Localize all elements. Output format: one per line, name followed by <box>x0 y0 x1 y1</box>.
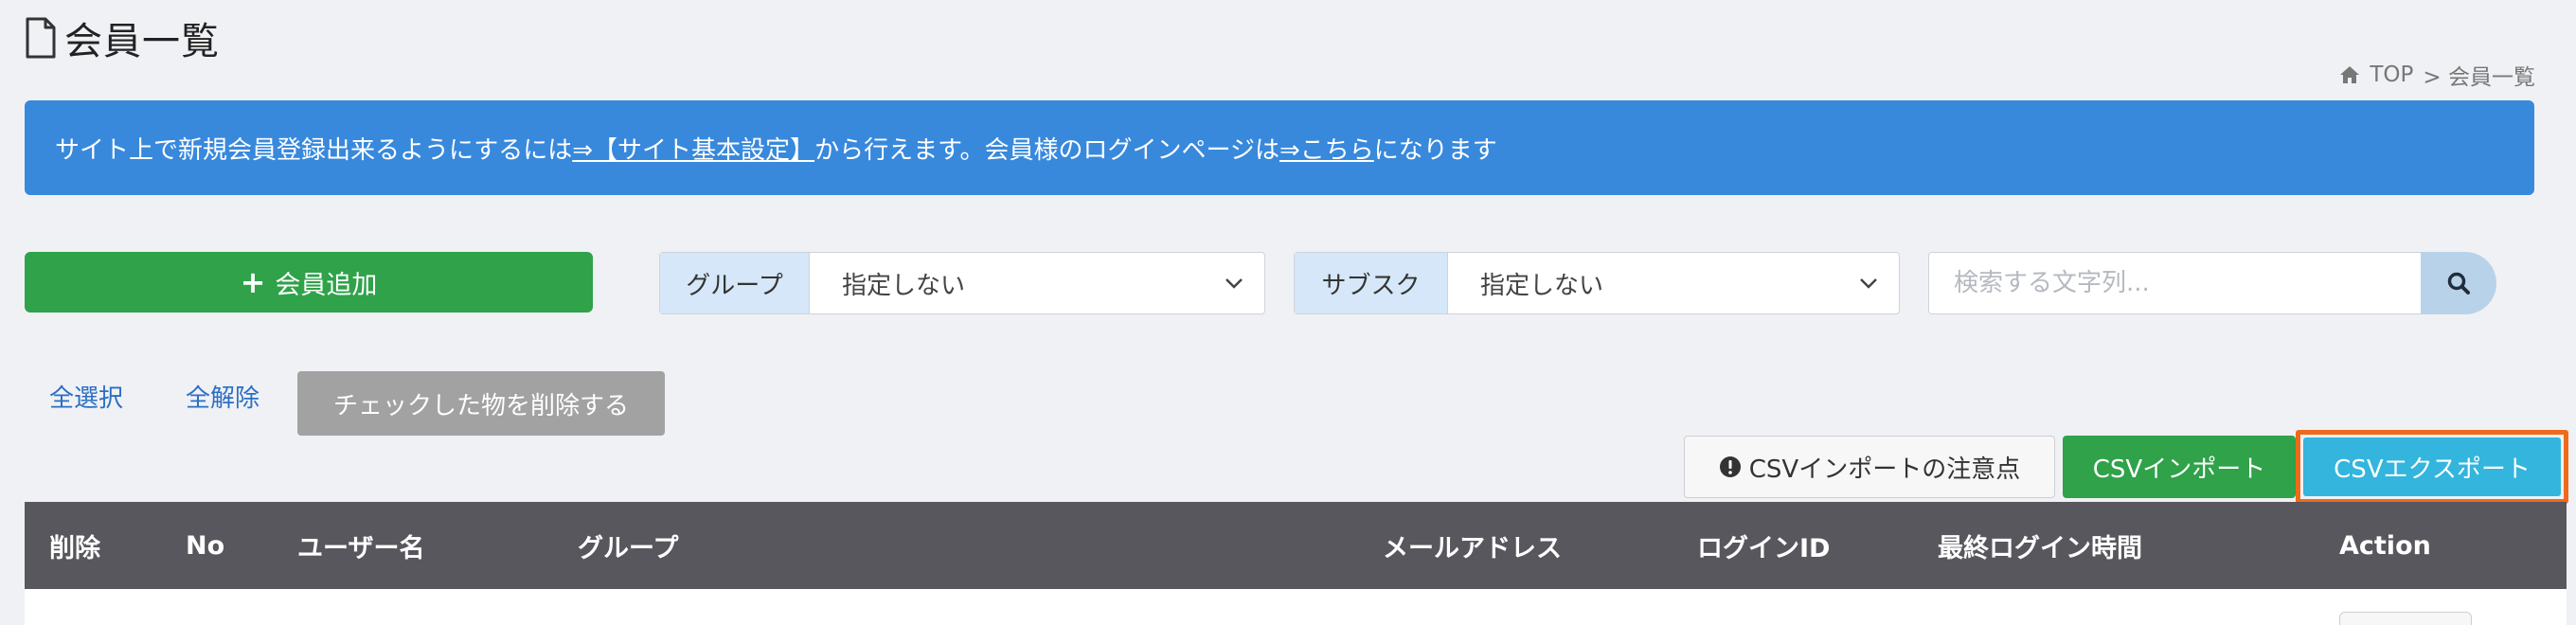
breadcrumb: TOP > 会員一覧 <box>2339 59 2535 91</box>
plus-icon: + <box>240 264 266 300</box>
login-page-link[interactable]: ⇒こちら <box>1279 131 1374 166</box>
column-header-group: グループ <box>578 533 679 563</box>
delete-checked-button[interactable]: チェックした物を削除する <box>297 371 665 436</box>
csv-import-notes-button[interactable]: CSVインポートの注意点 <box>1684 436 2055 498</box>
chevron-down-icon <box>1860 278 1877 289</box>
subscription-select-value: 指定しない <box>1480 271 1604 300</box>
search-group <box>1928 252 2496 314</box>
csv-import-notes-label: CSVインポートの注意点 <box>1748 455 2021 484</box>
chevron-down-icon <box>1225 278 1243 289</box>
exclamation-circle-icon <box>1719 456 1741 477</box>
group-filter-label: グループ <box>660 253 810 313</box>
group-filter: グループ 指定しない <box>659 252 1265 314</box>
site-settings-link[interactable]: ⇒【サイト基本設定】 <box>572 131 814 166</box>
breadcrumb-current: > 会員一覧 <box>2423 65 2535 90</box>
home-icon <box>2340 66 2360 83</box>
csv-import-button[interactable]: CSVインポート <box>2063 436 2296 498</box>
document-icon <box>26 17 56 59</box>
column-header-no: No <box>186 530 225 561</box>
row-action-button[interactable] <box>2339 612 2472 625</box>
add-member-button[interactable]: + 会員追加 <box>25 252 593 312</box>
subscription-select[interactable]: 指定しない <box>1448 253 1899 313</box>
column-header-delete: 削除 <box>49 533 100 563</box>
page-title-text: 会員一覧 <box>64 20 220 63</box>
search-input[interactable] <box>1928 252 2421 314</box>
add-member-label: 会員追加 <box>275 270 378 300</box>
info-banner: サイト上で新規会員登録出来るようにするには ⇒【サイト基本設定】 から行えます。会員… <box>25 100 2534 195</box>
page-title: 会員一覧 <box>25 11 220 64</box>
banner-text-middle: から行えます。会員様のログインページは <box>814 135 1279 165</box>
banner-text-before: サイト上で新規会員登録出来るようにするには <box>55 135 573 165</box>
column-header-last-login: 最終ログイン時間 <box>1938 533 2142 563</box>
column-header-action: Action <box>2339 530 2431 561</box>
column-header-login-id: ログインID <box>1697 533 1831 563</box>
members-table-header: 削除 No ユーザー名 グループ メールアドレス ログインID 最終ログイン時間… <box>25 502 2567 589</box>
csv-export-button[interactable]: CSVエクスポート <box>2296 430 2568 504</box>
select-all-link[interactable]: 全選択 <box>49 379 123 414</box>
group-select[interactable]: 指定しない <box>810 253 1264 313</box>
column-header-email: メールアドレス <box>1383 533 1562 563</box>
subscription-filter: サブスク 指定しない <box>1294 252 1900 314</box>
subscription-filter-label: サブスク <box>1295 253 1448 313</box>
search-button[interactable] <box>2421 252 2496 314</box>
deselect-all-link[interactable]: 全解除 <box>186 379 259 414</box>
table-row <box>25 589 2567 625</box>
column-header-username: ユーザー名 <box>297 533 425 563</box>
csv-export-label: CSVエクスポート <box>2303 438 2561 496</box>
breadcrumb-top-link[interactable]: TOP <box>2370 62 2413 87</box>
search-icon <box>2447 272 2470 295</box>
group-select-value: 指定しない <box>842 271 966 300</box>
banner-text-after: になります <box>1373 135 1497 165</box>
